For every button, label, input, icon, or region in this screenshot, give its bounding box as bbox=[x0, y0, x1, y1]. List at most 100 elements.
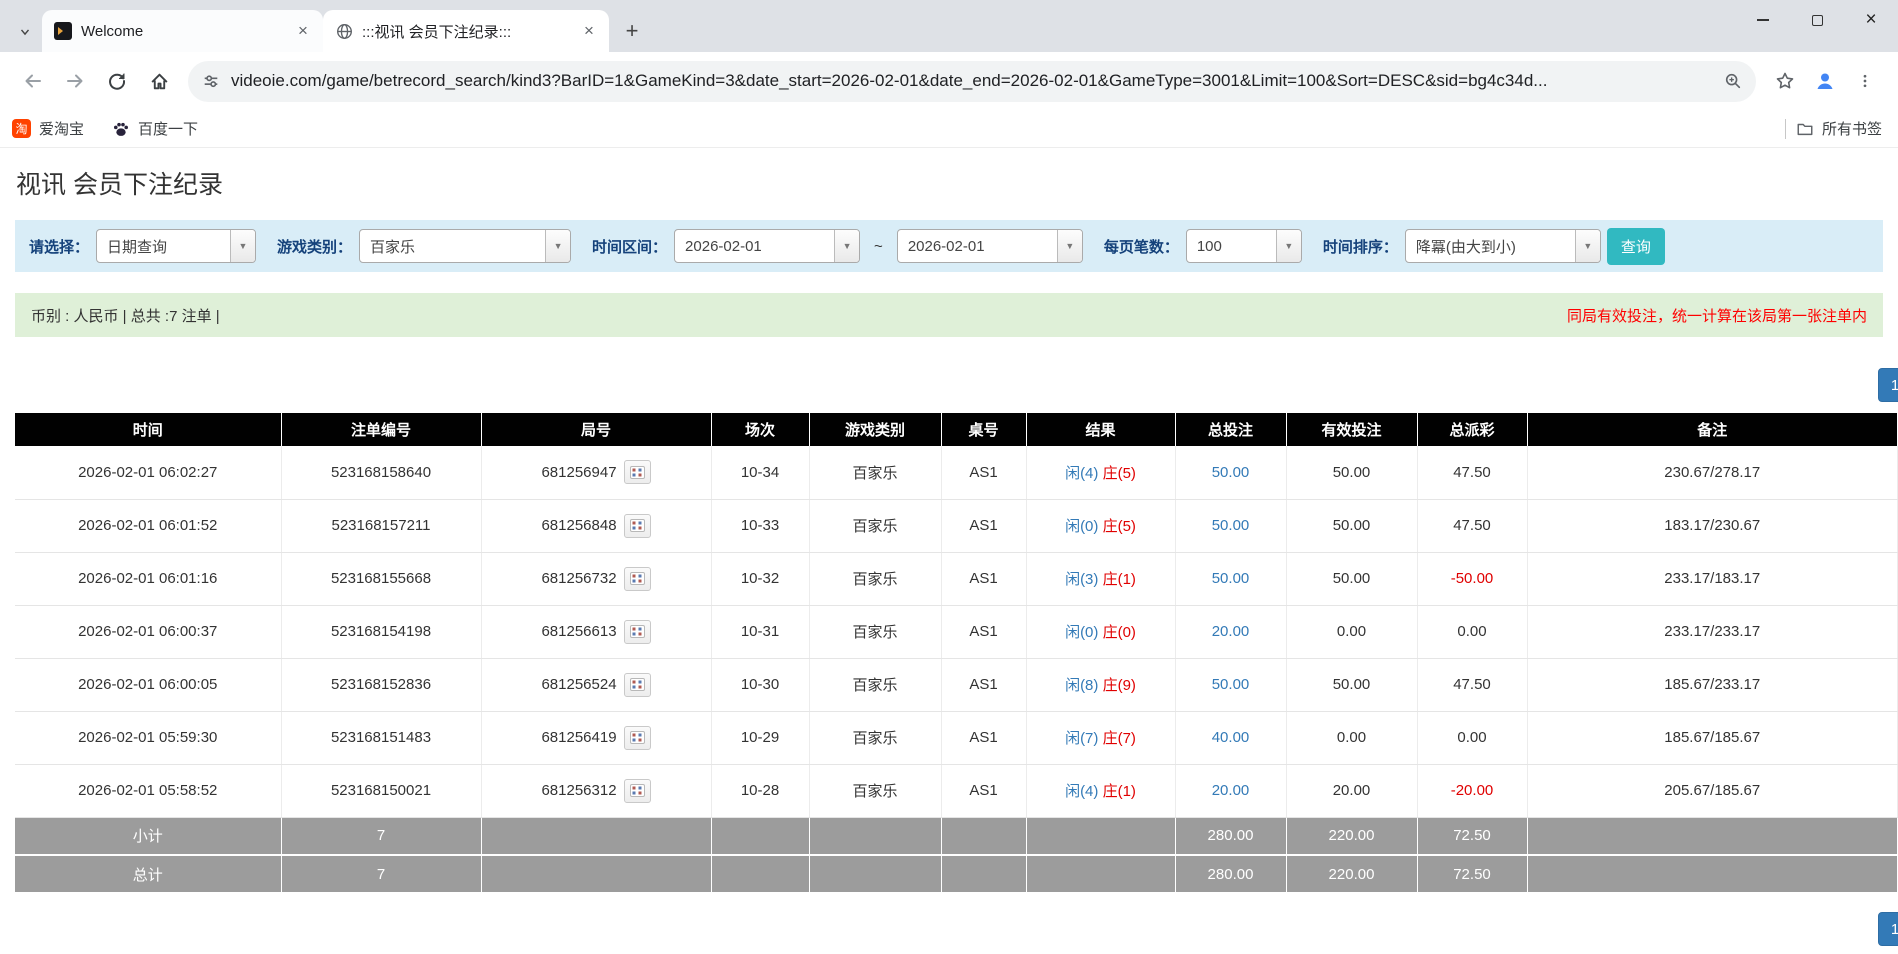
roadmap-button[interactable] bbox=[623, 566, 651, 591]
table-row: 2026-02-01 06:01:52 523168157211 681256848… bbox=[15, 499, 1898, 553]
cell-total-bet[interactable]: 20.00 bbox=[1175, 605, 1287, 659]
forward-button[interactable] bbox=[56, 62, 94, 100]
cell-session: 10-28 bbox=[711, 764, 810, 818]
sort-value: 降冪(由大到小) bbox=[1415, 238, 1516, 256]
roadmap-button[interactable] bbox=[623, 778, 651, 803]
page-1-button[interactable]: 1 bbox=[1878, 912, 1898, 946]
cell-remark: 185.67/233.17 bbox=[1527, 658, 1898, 712]
cell-result: 闲(0) 庄(5) bbox=[1026, 499, 1176, 553]
cell-result: 闲(4) 庄(1) bbox=[1026, 764, 1176, 818]
result-player: 闲(4) bbox=[1065, 783, 1099, 800]
col-valid-bet: 有效投注 bbox=[1286, 413, 1418, 446]
new-tab-button[interactable]: + bbox=[615, 14, 649, 48]
tab-bet-records[interactable]: :::视讯 会员下注纪录::: × bbox=[323, 10, 609, 52]
table-row: 2026-02-01 06:00:37 523168154198 681256613… bbox=[15, 605, 1898, 659]
url-text[interactable]: videoie.com/game/betrecord_search/kind3?… bbox=[231, 71, 1713, 91]
cell-total-bet[interactable]: 50.00 bbox=[1175, 499, 1287, 553]
roadmap-button[interactable] bbox=[623, 460, 651, 485]
page-size-select[interactable]: 100 ▼ bbox=[1185, 229, 1302, 263]
back-button[interactable] bbox=[14, 62, 52, 100]
home-button[interactable] bbox=[140, 62, 178, 100]
browser-menu-button[interactable] bbox=[1846, 62, 1884, 100]
date-range-label: 时间区间： bbox=[592, 238, 668, 256]
back-arrow-icon bbox=[25, 74, 41, 88]
close-tab-icon[interactable]: × bbox=[293, 21, 313, 41]
cell-time: 2026-02-01 06:01:52 bbox=[15, 499, 282, 553]
col-time: 时间 bbox=[15, 413, 282, 446]
minimize-button[interactable] bbox=[1736, 0, 1790, 40]
cell-result: 闲(4) 庄(5) bbox=[1026, 446, 1176, 500]
roadmap-button[interactable] bbox=[623, 619, 651, 644]
home-icon bbox=[150, 73, 168, 89]
cell-remark: 183.17/230.67 bbox=[1527, 499, 1898, 553]
cell-payout: 47.50 bbox=[1417, 446, 1528, 500]
result-player: 闲(4) bbox=[1065, 464, 1099, 482]
cell-game-type: 百家乐 bbox=[809, 605, 942, 659]
round-id-text: 681256312 bbox=[541, 782, 617, 799]
round-id-text: 681256732 bbox=[541, 570, 617, 587]
bookmark-aitaobao[interactable]: 淘 爱淘宝 bbox=[12, 118, 84, 139]
close-window-button[interactable]: × bbox=[1844, 0, 1898, 40]
empty-cell bbox=[481, 855, 712, 894]
profile-avatar[interactable] bbox=[1808, 64, 1842, 98]
roadmap-icon bbox=[629, 731, 645, 744]
chevron-down-icon: ▼ bbox=[545, 230, 571, 262]
bookmark-star-button[interactable] bbox=[1766, 62, 1804, 100]
reload-button[interactable] bbox=[98, 62, 136, 100]
bookmark-baidu[interactable]: 百度一下 bbox=[112, 118, 198, 139]
search-button[interactable]: 查询 bbox=[1606, 227, 1665, 265]
cell-total-bet[interactable]: 50.00 bbox=[1175, 446, 1287, 500]
cell-total-bet[interactable]: 20.00 bbox=[1175, 764, 1287, 818]
game-type-select[interactable]: 百家乐 ▼ bbox=[359, 229, 572, 263]
table-row: 2026-02-01 06:00:05 523168152836 681256524… bbox=[15, 658, 1898, 712]
summary-currency-count: 币别 : 人民币 | 总共 :7 注单 | bbox=[31, 307, 220, 325]
close-tab-icon[interactable]: × bbox=[579, 21, 599, 41]
round-id-text: 681256848 bbox=[541, 517, 617, 534]
total-total-bet: 280.00 bbox=[1175, 855, 1287, 894]
total-label: 总计 bbox=[15, 855, 282, 894]
roadmap-button[interactable] bbox=[623, 513, 651, 538]
sort-select[interactable]: 降冪(由大到小) ▼ bbox=[1404, 229, 1601, 263]
cell-payout: -50.00 bbox=[1417, 552, 1528, 606]
cell-payout: -20.00 bbox=[1417, 764, 1528, 818]
col-result: 结果 bbox=[1026, 413, 1176, 446]
tab-search-button[interactable] bbox=[8, 12, 42, 52]
round-id-text: 681256419 bbox=[541, 729, 617, 746]
cell-result: 闲(3) 庄(1) bbox=[1026, 552, 1176, 606]
chevron-down-icon bbox=[20, 29, 30, 36]
empty-cell bbox=[941, 855, 1027, 894]
all-bookmarks-button[interactable]: 所有书签 bbox=[1796, 118, 1882, 139]
cell-time: 2026-02-01 05:59:30 bbox=[15, 711, 282, 765]
maximize-button[interactable] bbox=[1790, 0, 1844, 40]
navigation-bar: videoie.com/game/betrecord_search/kind3?… bbox=[0, 52, 1898, 110]
cell-total-bet[interactable]: 50.00 bbox=[1175, 552, 1287, 606]
cell-result: 闲(8) 庄(9) bbox=[1026, 658, 1176, 712]
empty-cell bbox=[1527, 817, 1898, 856]
summary-note: 同局有效投注，统一计算在该局第一张注单内 bbox=[1566, 307, 1867, 325]
query-type-select[interactable]: 日期查询 ▼ bbox=[96, 229, 257, 263]
page-1-button[interactable]: 1 bbox=[1878, 368, 1898, 402]
total-row: 总计 7 280.00 220.00 72.50 bbox=[15, 855, 1898, 894]
roadmap-button[interactable] bbox=[623, 725, 651, 750]
empty-cell bbox=[941, 817, 1027, 856]
site-settings-icon[interactable] bbox=[202, 72, 220, 90]
zoom-icon[interactable] bbox=[1724, 72, 1742, 90]
tab-welcome[interactable]: Welcome × bbox=[42, 10, 323, 52]
chevron-down-icon: ▼ bbox=[230, 230, 256, 262]
cell-time: 2026-02-01 06:01:16 bbox=[15, 552, 282, 606]
date-end-select[interactable]: 2026-02-01 ▼ bbox=[896, 229, 1083, 263]
date-start-select[interactable]: 2026-02-01 ▼ bbox=[674, 229, 861, 263]
cell-game-type: 百家乐 bbox=[809, 446, 942, 500]
bet-table-body: 2026-02-01 06:02:27 523168158640 681256947… bbox=[15, 446, 1898, 818]
cell-bet-id: 523168157211 bbox=[281, 499, 482, 553]
cell-round-id: 681256312 bbox=[481, 764, 712, 818]
url-bar[interactable]: videoie.com/game/betrecord_search/kind3?… bbox=[188, 60, 1756, 102]
cell-valid-bet: 20.00 bbox=[1286, 764, 1418, 818]
cell-total-bet[interactable]: 50.00 bbox=[1175, 658, 1287, 712]
cell-time: 2026-02-01 06:02:27 bbox=[15, 446, 282, 500]
roadmap-button[interactable] bbox=[623, 672, 651, 697]
all-bookmarks-label: 所有书签 bbox=[1821, 121, 1882, 138]
cell-total-bet[interactable]: 40.00 bbox=[1175, 711, 1287, 765]
roadmap-icon bbox=[629, 465, 645, 479]
col-round-id: 局号 bbox=[481, 413, 712, 446]
